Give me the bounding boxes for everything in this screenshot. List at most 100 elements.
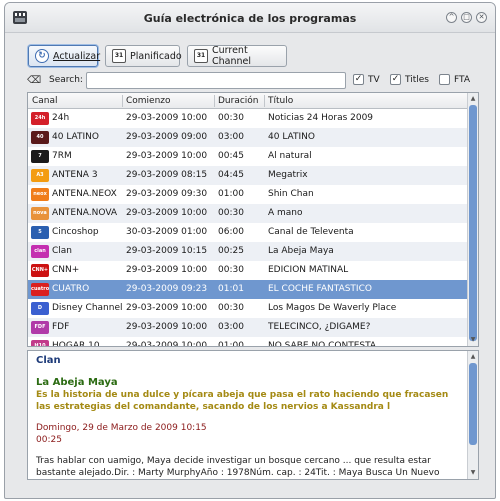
start-cell: 29-03-2009 10:00: [126, 303, 208, 313]
title-cell: EL COCHE FANTÁSTICO: [268, 284, 372, 294]
detail-duration: 00:25: [36, 435, 62, 445]
channel-logo-icon: cuatro: [31, 283, 49, 296]
title-cell: Canal de Televenta: [268, 227, 354, 237]
table-row[interactable]: D Disney Channel 29-03-2009 10:00 00:30 Los …: [28, 299, 468, 318]
channel-logo-icon: A3: [31, 169, 49, 182]
table-row[interactable]: cuatro CUATRO 29-03-2009 09:23 01:01 EL COCH…: [28, 280, 468, 299]
start-cell: 29-03-2009 08:15: [126, 170, 208, 180]
channel-logo-icon: CNN+: [31, 264, 49, 277]
channel-cell: 7RM: [52, 151, 72, 161]
start-cell: 29-03-2009 10:00: [126, 151, 208, 161]
scroll-down-icon[interactable]: ▼: [468, 335, 478, 345]
fta-checkbox-label: FTA: [454, 75, 470, 85]
title-cell: Al natural: [268, 151, 312, 161]
planned-button[interactable]: 31 Planificado: [105, 45, 182, 67]
table-row[interactable]: clan Clan 29-03-2009 10:15 00:25 La Abeja Ma…: [28, 242, 468, 261]
channel-cell: HOGAR 10: [52, 341, 100, 347]
column-divider: [264, 95, 265, 107]
fta-checkbox[interactable]: [439, 74, 450, 85]
table-header: Canal Comienzo Duración Título: [28, 93, 468, 109]
search-bar: ⌫ Search: ✓ TV ✓ Titles FTA: [27, 72, 477, 89]
table-row[interactable]: FDF FDF 29-03-2009 10:00 03:00 TELECINCO, ¿D…: [28, 318, 468, 337]
table-row[interactable]: 5 Cincoshop 30-03-2009 01:00 06:00 Canal de …: [28, 223, 468, 242]
duration-cell: 01:00: [218, 341, 244, 347]
current-channel-button-label: Current Channel: [212, 45, 252, 67]
start-cell: 29-03-2009 09:00: [126, 132, 208, 142]
title-cell: NO SABE NO CONTESTA: [268, 341, 377, 347]
column-divider: [122, 95, 123, 107]
detail-scrollbar[interactable]: ▲ ▼: [467, 351, 478, 479]
table-row[interactable]: H10 HOGAR 10 29-03-2009 10:00 01:00 NO SABE …: [28, 337, 468, 347]
duration-cell: 01:01: [218, 284, 244, 294]
column-header-title[interactable]: Título: [268, 96, 293, 106]
calendar-icon: 31: [112, 49, 126, 63]
update-button[interactable]: ↻ Actualizar: [28, 45, 101, 67]
column-header-duration[interactable]: Duración: [218, 96, 259, 106]
epg-window: Guía electrónica de los programas ^ □ ✕ …: [4, 2, 496, 499]
table-row[interactable]: nova ANTENA.NOVA 29-03-2009 10:00 00:30 A ma…: [28, 204, 468, 223]
channel-logo-icon: clan: [31, 245, 49, 258]
update-button-label: Actualizar: [53, 50, 101, 62]
scroll-up-icon[interactable]: ▲: [468, 352, 478, 362]
table-row[interactable]: CNN+ CNN+ 29-03-2009 10:00 00:30 EDICIÓN MAT…: [28, 261, 468, 280]
table-scrollbar-thumb[interactable]: [469, 105, 477, 341]
current-channel-button[interactable]: 31 Current Channel: [187, 45, 287, 67]
table-row[interactable]: neox ANTENA.NEOX 29-03-2009 09:30 01:00 Shin…: [28, 185, 468, 204]
duration-cell: 03:00: [218, 132, 244, 142]
start-cell: 29-03-2009 10:00: [126, 208, 208, 218]
channel-cell: CNN+: [52, 265, 80, 275]
channel-logo-icon: 24h: [31, 112, 49, 125]
channel-cell: 40 LATINO: [52, 132, 99, 142]
column-header-start[interactable]: Comienzo: [126, 96, 171, 106]
detail-channel: Clan: [36, 355, 61, 366]
window-title: Guía electrónica de los programas: [143, 12, 357, 25]
title-cell: La Abeja Maya: [268, 246, 334, 256]
duration-cell: 00:30: [218, 303, 244, 313]
scroll-up-icon[interactable]: ▲: [468, 94, 478, 104]
detail-body: Tras hablar con uamigo, Maya decide inve…: [36, 456, 440, 478]
maximize-icon[interactable]: □: [461, 12, 472, 23]
channel-cell: ANTENA 3: [52, 170, 98, 180]
detail-scrollbar-thumb[interactable]: [469, 363, 477, 445]
channel-logo-icon: 7: [31, 150, 49, 163]
channel-cell: ANTENA.NOVA: [52, 208, 118, 218]
table-row[interactable]: A3 ANTENA 3 29-03-2009 08:15 04:45 Megatrix: [28, 166, 468, 185]
channel-logo-icon: H10: [31, 340, 49, 346]
duration-cell: 01:00: [218, 189, 244, 199]
search-label: Search:: [49, 75, 83, 85]
column-header-channel[interactable]: Canal: [32, 96, 58, 106]
table-row[interactable]: 24h 24h 29-03-2009 10:00 00:30 Noticias 24 H…: [28, 109, 468, 128]
titles-checkbox-label: Titles: [405, 75, 429, 85]
title-bar: Guía electrónica de los programas ^ □ ✕: [5, 3, 495, 33]
search-input[interactable]: [86, 72, 346, 89]
channel-cell: FDF: [52, 322, 70, 332]
title-cell: EDICIÓN MATINAL: [268, 265, 349, 275]
detail-title: La Abeja Maya: [36, 377, 118, 388]
column-divider: [214, 95, 215, 107]
detail-description: Es la historia de una dulce y pícara abe…: [36, 390, 449, 412]
duration-cell: 06:00: [218, 227, 244, 237]
close-icon[interactable]: ✕: [476, 12, 487, 23]
duration-cell: 04:45: [218, 170, 244, 180]
start-cell: 29-03-2009 10:00: [126, 341, 208, 347]
start-cell: 29-03-2009 10:00: [126, 265, 208, 275]
duration-cell: 00:45: [218, 151, 244, 161]
title-cell: TELECINCO, ¿DÍGAME?: [268, 322, 371, 332]
table-scrollbar[interactable]: ▲ ▼: [467, 93, 478, 346]
tv-checkbox[interactable]: ✓: [353, 74, 364, 85]
title-cell: A mano: [268, 208, 303, 218]
scroll-down-icon[interactable]: ▼: [468, 468, 478, 478]
minimize-icon[interactable]: ^: [446, 12, 457, 23]
title-cell: Noticias 24 Horas 2009: [268, 113, 374, 123]
titles-checkbox[interactable]: ✓: [390, 74, 401, 85]
start-cell: 29-03-2009 10:00: [126, 113, 208, 123]
duration-cell: 00:30: [218, 113, 244, 123]
table-rows: 24h 24h 29-03-2009 10:00 00:30 Noticias 24 H…: [28, 109, 468, 347]
channel-cell: Disney Channel: [52, 303, 122, 313]
table-row[interactable]: 40 40 LATINO 29-03-2009 09:00 03:00 40 LATIN…: [28, 128, 468, 147]
table-row[interactable]: 7 7RM 29-03-2009 10:00 00:45 Al natural: [28, 147, 468, 166]
title-cell: Megatrix: [268, 170, 308, 180]
duration-cell: 03:00: [218, 322, 244, 332]
clear-search-icon[interactable]: ⌫: [27, 75, 41, 86]
duration-cell: 00:25: [218, 246, 244, 256]
